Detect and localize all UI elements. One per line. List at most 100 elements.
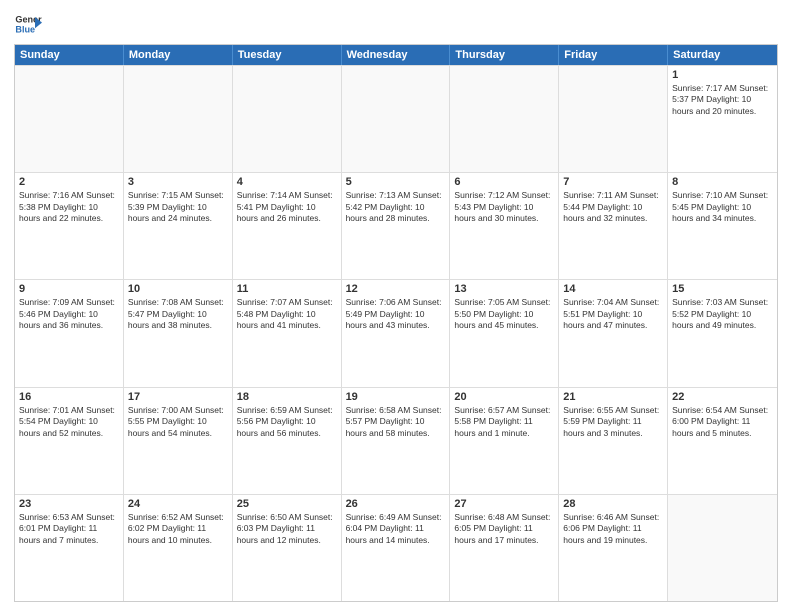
calendar-row-3: 16Sunrise: 7:01 AM Sunset: 5:54 PM Dayli… (15, 387, 777, 494)
calendar-cell: 4Sunrise: 7:14 AM Sunset: 5:41 PM Daylig… (233, 173, 342, 279)
day-info: Sunrise: 7:16 AM Sunset: 5:38 PM Dayligh… (19, 190, 119, 224)
day-info: Sunrise: 7:04 AM Sunset: 5:51 PM Dayligh… (563, 297, 663, 331)
day-info: Sunrise: 6:46 AM Sunset: 6:06 PM Dayligh… (563, 512, 663, 546)
calendar: SundayMondayTuesdayWednesdayThursdayFrid… (14, 44, 778, 602)
calendar-cell: 13 Sunrise: 7:05 AM Sunset: 5:50 PM Dayli… (450, 280, 559, 386)
calendar-cell: 26 Sunrise: 6:49 AM Sunset: 6:04 PM Dayli… (342, 495, 451, 601)
calendar-cell: 12 Sunrise: 7:06 AM Sunset: 5:49 PM Dayli… (342, 280, 451, 386)
day-info: Sunrise: 7:17 AM Sunset: 5:37 PM Dayligh… (672, 83, 773, 117)
calendar-cell: 19 Sunrise: 6:58 AM Sunset: 5:57 PM Dayli… (342, 388, 451, 494)
day-number: 28 (563, 498, 663, 510)
day-number: 14 (563, 283, 663, 295)
calendar-cell (668, 495, 777, 601)
calendar-cell: 15Sunrise: 7:03 AM Sunset: 5:52 PM Dayli… (668, 280, 777, 386)
calendar-cell: 16Sunrise: 7:01 AM Sunset: 5:54 PM Dayli… (15, 388, 124, 494)
logo: General Blue (14, 10, 42, 38)
calendar-cell: 23 Sunrise: 6:53 AM Sunset: 6:01 PM Dayli… (15, 495, 124, 601)
calendar-cell (124, 66, 233, 172)
day-info: Sunrise: 7:05 AM Sunset: 5:50 PM Dayligh… (454, 297, 554, 331)
header: General Blue (14, 10, 778, 38)
day-number: 15 (672, 283, 773, 295)
day-number: 12 (346, 283, 446, 295)
day-number: 17 (128, 391, 228, 403)
header-day-saturday: Saturday (668, 45, 777, 65)
day-number: 24 (128, 498, 228, 510)
day-info: Sunrise: 6:52 AM Sunset: 6:02 PM Dayligh… (128, 512, 228, 546)
calendar-cell: 21 Sunrise: 6:55 AM Sunset: 5:59 PM Dayli… (559, 388, 668, 494)
day-number: 21 (563, 391, 663, 403)
day-info: Sunrise: 7:08 AM Sunset: 5:47 PM Dayligh… (128, 297, 228, 331)
calendar-cell: 24 Sunrise: 6:52 AM Sunset: 6:02 PM Dayli… (124, 495, 233, 601)
calendar-cell: 28 Sunrise: 6:46 AM Sunset: 6:06 PM Dayli… (559, 495, 668, 601)
calendar-cell: 10 Sunrise: 7:08 AM Sunset: 5:47 PM Dayli… (124, 280, 233, 386)
day-info: Sunrise: 6:59 AM Sunset: 5:56 PM Dayligh… (237, 405, 337, 439)
calendar-cell: 20 Sunrise: 6:57 AM Sunset: 5:58 PM Dayli… (450, 388, 559, 494)
day-info: Sunrise: 6:49 AM Sunset: 6:04 PM Dayligh… (346, 512, 446, 546)
day-number: 7 (563, 176, 663, 188)
day-info: Sunrise: 7:12 AM Sunset: 5:43 PM Dayligh… (454, 190, 554, 224)
day-number: 10 (128, 283, 228, 295)
day-number: 23 (19, 498, 119, 510)
day-number: 19 (346, 391, 446, 403)
day-number: 16 (19, 391, 119, 403)
day-info: Sunrise: 7:11 AM Sunset: 5:44 PM Dayligh… (563, 190, 663, 224)
calendar-cell: 1 Sunrise: 7:17 AM Sunset: 5:37 PM Daylig… (668, 66, 777, 172)
logo-icon: General Blue (14, 10, 42, 38)
calendar-cell: 6 Sunrise: 7:12 AM Sunset: 5:43 PM Daylig… (450, 173, 559, 279)
page: General Blue SundayMondayTuesdayWednesda… (0, 0, 792, 612)
day-number: 13 (454, 283, 554, 295)
calendar-row-1: 2 Sunrise: 7:16 AM Sunset: 5:38 PM Daylig… (15, 172, 777, 279)
day-number: 22 (672, 391, 773, 403)
header-day-sunday: Sunday (15, 45, 124, 65)
day-number: 6 (454, 176, 554, 188)
calendar-cell: 2 Sunrise: 7:16 AM Sunset: 5:38 PM Daylig… (15, 173, 124, 279)
calendar-row-0: 1 Sunrise: 7:17 AM Sunset: 5:37 PM Daylig… (15, 65, 777, 172)
calendar-cell (450, 66, 559, 172)
day-info: Sunrise: 7:00 AM Sunset: 5:55 PM Dayligh… (128, 405, 228, 439)
calendar-cell (15, 66, 124, 172)
day-number: 11 (237, 283, 337, 295)
day-number: 8 (672, 176, 773, 188)
day-number: 2 (19, 176, 119, 188)
calendar-cell: 5 Sunrise: 7:13 AM Sunset: 5:42 PM Daylig… (342, 173, 451, 279)
header-day-tuesday: Tuesday (233, 45, 342, 65)
day-number: 3 (128, 176, 228, 188)
day-number: 9 (19, 283, 119, 295)
calendar-cell: 8 Sunrise: 7:10 AM Sunset: 5:45 PM Daylig… (668, 173, 777, 279)
day-info: Sunrise: 7:10 AM Sunset: 5:45 PM Dayligh… (672, 190, 773, 224)
calendar-cell (233, 66, 342, 172)
day-info: Sunrise: 6:58 AM Sunset: 5:57 PM Dayligh… (346, 405, 446, 439)
calendar-cell: 11 Sunrise: 7:07 AM Sunset: 5:48 PM Dayli… (233, 280, 342, 386)
header-day-thursday: Thursday (450, 45, 559, 65)
day-number: 20 (454, 391, 554, 403)
day-number: 1 (672, 69, 773, 81)
day-info: Sunrise: 7:09 AM Sunset: 5:46 PM Dayligh… (19, 297, 119, 331)
day-info: Sunrise: 7:15 AM Sunset: 5:39 PM Dayligh… (128, 190, 228, 224)
header-day-friday: Friday (559, 45, 668, 65)
day-info: Sunrise: 6:54 AM Sunset: 6:00 PM Dayligh… (672, 405, 773, 439)
day-number: 27 (454, 498, 554, 510)
calendar-cell: 25 Sunrise: 6:50 AM Sunset: 6:03 PM Dayli… (233, 495, 342, 601)
day-info: Sunrise: 7:07 AM Sunset: 5:48 PM Dayligh… (237, 297, 337, 331)
day-info: Sunrise: 6:50 AM Sunset: 6:03 PM Dayligh… (237, 512, 337, 546)
calendar-cell: 18Sunrise: 6:59 AM Sunset: 5:56 PM Dayli… (233, 388, 342, 494)
calendar-cell (559, 66, 668, 172)
day-info: Sunrise: 7:13 AM Sunset: 5:42 PM Dayligh… (346, 190, 446, 224)
calendar-cell: 7 Sunrise: 7:11 AM Sunset: 5:44 PM Daylig… (559, 173, 668, 279)
day-number: 25 (237, 498, 337, 510)
day-info: Sunrise: 6:53 AM Sunset: 6:01 PM Dayligh… (19, 512, 119, 546)
day-info: Sunrise: 6:57 AM Sunset: 5:58 PM Dayligh… (454, 405, 554, 439)
calendar-header: SundayMondayTuesdayWednesdayThursdayFrid… (15, 45, 777, 65)
day-info: Sunrise: 6:55 AM Sunset: 5:59 PM Dayligh… (563, 405, 663, 439)
calendar-row-4: 23 Sunrise: 6:53 AM Sunset: 6:01 PM Dayli… (15, 494, 777, 601)
svg-text:Blue: Blue (15, 24, 35, 34)
calendar-cell: 22 Sunrise: 6:54 AM Sunset: 6:00 PM Dayli… (668, 388, 777, 494)
day-info: Sunrise: 7:14 AM Sunset: 5:41 PM Dayligh… (237, 190, 337, 224)
day-info: Sunrise: 7:06 AM Sunset: 5:49 PM Dayligh… (346, 297, 446, 331)
calendar-cell: 27 Sunrise: 6:48 AM Sunset: 6:05 PM Dayli… (450, 495, 559, 601)
calendar-cell: 9 Sunrise: 7:09 AM Sunset: 5:46 PM Daylig… (15, 280, 124, 386)
calendar-cell: 14 Sunrise: 7:04 AM Sunset: 5:51 PM Dayli… (559, 280, 668, 386)
day-number: 26 (346, 498, 446, 510)
day-info: Sunrise: 6:48 AM Sunset: 6:05 PM Dayligh… (454, 512, 554, 546)
day-number: 5 (346, 176, 446, 188)
